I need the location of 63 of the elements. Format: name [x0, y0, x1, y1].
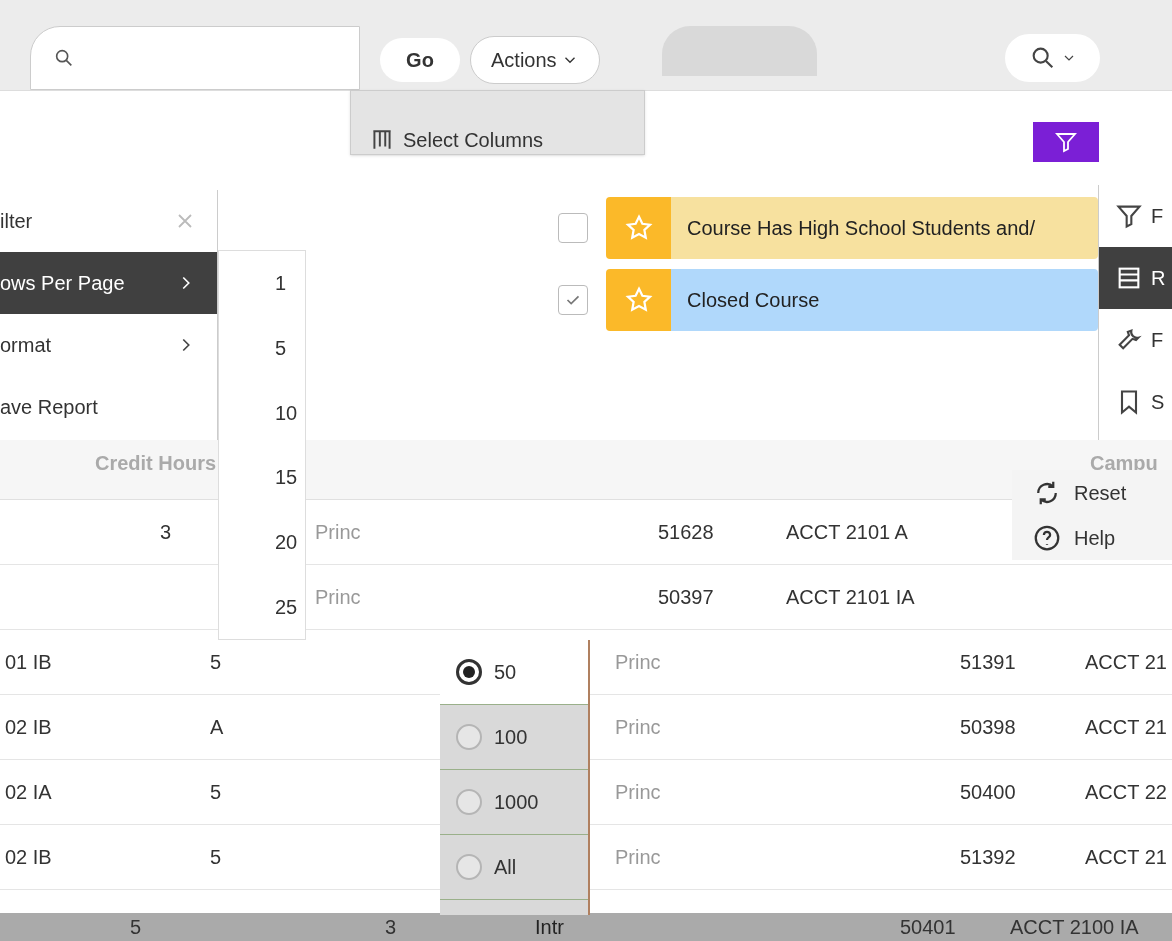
table-cell-text: 50398: [960, 715, 1016, 740]
menu-item[interactable]: ows Per Page: [0, 252, 217, 314]
table-cell-text: ACCT 2101 IA: [786, 585, 915, 610]
menu-item[interactable]: F: [1099, 185, 1172, 247]
menu-item[interactable]: S: [1099, 371, 1172, 433]
table-cell-text: ACCT 2101 A: [786, 520, 908, 545]
table-cell-text: 5: [130, 915, 142, 940]
radio-option[interactable]: 100: [440, 705, 588, 770]
table-cell-text: 02 IB: [5, 715, 52, 740]
go-button[interactable]: Go: [380, 38, 460, 82]
table-cell-text: 02 IB: [5, 845, 52, 870]
table-cell-text: Princ: [615, 715, 661, 740]
table-cell-text: Princ: [315, 585, 361, 610]
table-cell-text: 50400: [960, 780, 1016, 805]
table-cell-text: Princ: [315, 520, 361, 545]
search-field[interactable]: [30, 26, 360, 90]
radio-option[interactable]: 50: [440, 640, 588, 705]
radio-option[interactable]: 1000: [440, 770, 588, 835]
table-cell-text: 3: [160, 520, 172, 545]
search-icon: [53, 47, 75, 69]
table-cell-text: 02 IA: [5, 780, 52, 805]
table-cell-text: Princ: [615, 650, 661, 675]
filter-icon: [1054, 130, 1078, 154]
menu-item[interactable]: 20: [219, 509, 305, 575]
table-cell-text: ACCT 21: [1085, 715, 1167, 740]
table-cell-text: ACCT 2100 IA: [1010, 915, 1139, 940]
table-cell-text: Princ: [615, 845, 661, 870]
radio-button[interactable]: [456, 854, 482, 880]
menu-item[interactable]: 15: [219, 445, 305, 510]
table-cell-text: 3: [385, 915, 397, 940]
checkbox[interactable]: [558, 213, 588, 243]
table-cell-text: ACCT 21: [1085, 845, 1167, 870]
menu-item[interactable]: 10: [219, 380, 305, 445]
radio-button[interactable]: [456, 789, 482, 815]
search-dropdown-button[interactable]: [1005, 34, 1100, 82]
table-cell-text: 51392: [960, 845, 1016, 870]
table-cell-text: 01 IB: [5, 650, 52, 675]
table-cell-text: Princ: [615, 780, 661, 805]
menu-item[interactable]: F: [1099, 309, 1172, 371]
menu-item[interactable]: 1: [219, 251, 305, 316]
radio-option[interactable]: All: [440, 835, 588, 900]
table-cell-text: 51628: [658, 520, 714, 545]
table-cell-text: Intr: [535, 915, 564, 940]
menu-item[interactable]: R: [1099, 247, 1172, 309]
menu-item[interactable]: 5: [219, 315, 305, 381]
menu-item[interactable]: Help: [1012, 515, 1172, 560]
actions-button[interactable]: Actions: [470, 36, 600, 84]
table-cell-text: 5: [210, 650, 222, 675]
column-header: Credit Hours: [95, 452, 217, 474]
table-cell-text: 50397: [658, 585, 714, 610]
table-cell-text: 5: [210, 780, 222, 805]
checkbox[interactable]: [558, 285, 588, 315]
menu-item[interactable]: Select Columns: [351, 91, 544, 155]
filter-button[interactable]: [1033, 122, 1099, 162]
table-cell-text: 50401: [900, 915, 956, 940]
table-cell-text: ACCT 22: [1085, 780, 1167, 805]
radio-button[interactable]: [456, 724, 482, 750]
table-cell-text: 51391: [960, 650, 1016, 675]
radio-button[interactable]: [456, 659, 482, 685]
table-cell-text: ACCT 21: [1085, 650, 1167, 675]
table-cell-text: A: [210, 715, 224, 740]
menu-item[interactable]: 25: [219, 574, 305, 640]
table-cell-text: 5: [210, 845, 222, 870]
